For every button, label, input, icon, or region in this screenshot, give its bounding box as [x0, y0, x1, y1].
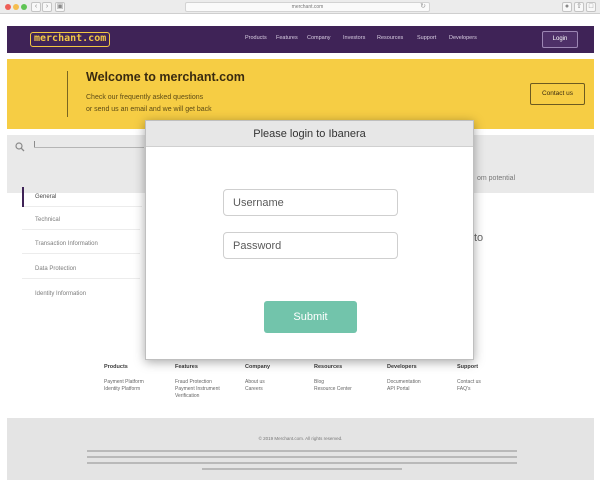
legal-text-line [87, 450, 517, 452]
background-text-fragment: om potential [477, 175, 516, 182]
footer-link[interactable]: Blog [314, 379, 352, 386]
footer-link[interactable]: Fraud Protection [175, 379, 220, 386]
footer-column-products: Products Payment Platform Identity Platf… [104, 364, 144, 393]
divider [24, 206, 142, 207]
divider [67, 71, 68, 117]
footer-link[interactable]: Resource Center [314, 386, 352, 393]
footer-heading: Developers [387, 364, 417, 370]
back-icon[interactable]: ‹ [31, 2, 41, 12]
nav-support[interactable]: Support [417, 35, 436, 41]
divider [22, 253, 140, 254]
footer-link[interactable]: Documentation [387, 379, 421, 386]
nav-investors[interactable]: Investors [343, 35, 365, 41]
footer-link[interactable]: Verification [175, 393, 220, 400]
submit-button[interactable]: Submit [264, 301, 357, 333]
footer-heading: Support [457, 364, 479, 370]
address-bar-url: merchant.com [291, 4, 324, 10]
welcome-subtitle-line1: Check our frequently asked questions [86, 94, 204, 101]
nav-company[interactable]: Company [307, 35, 331, 41]
faq-sidebar: General Technical Transaction Informatio… [22, 187, 142, 313]
footer-column-company: Company About us Careers [245, 364, 270, 393]
sidebar-item-label: Identity Information [35, 291, 87, 297]
sidebar-item-label: Data Protection [35, 266, 77, 272]
welcome-title: Welcome to merchant.com [86, 70, 245, 84]
browser-toolbar: ‹ › ▣ merchant.com ↻ ● ⇧ □ [0, 0, 600, 14]
sidebar-item-label: Transaction Information [35, 241, 98, 247]
nav-developers[interactable]: Developers [449, 35, 477, 41]
legal-text-line [202, 468, 402, 470]
close-window-button[interactable] [5, 4, 11, 10]
sidebar-item-identity-information[interactable]: Identity Information [22, 284, 140, 304]
sidebar-item-technical[interactable]: Technical [22, 210, 140, 230]
site-logo[interactable]: merchant.com [30, 32, 111, 47]
reload-icon[interactable]: ↻ [420, 3, 426, 11]
footer-link[interactable]: Payment Platform [104, 379, 144, 386]
sidebar-item-general[interactable]: General [22, 187, 142, 207]
minimize-window-button[interactable] [13, 4, 19, 10]
maximize-window-button[interactable] [21, 4, 27, 10]
nav-products[interactable]: Products [245, 35, 267, 41]
tabs-icon[interactable]: □ [586, 2, 596, 12]
footer-link[interactable]: FAQ's [457, 386, 481, 393]
site-header: merchant.com Products Features Company I… [7, 26, 594, 53]
legal-text-line [87, 462, 517, 464]
contact-us-button[interactable]: Contact us [530, 83, 585, 105]
welcome-subtitle-line2: or send us an email and we will get back [86, 106, 212, 113]
divider [22, 278, 140, 279]
footer-column-features: Features Fraud Protection Payment Instru… [175, 364, 220, 400]
divider [22, 229, 140, 230]
footer-heading: Features [175, 364, 198, 370]
nav-features[interactable]: Features [276, 35, 298, 41]
footer-column-support: Support Contact us FAQ's [457, 364, 481, 393]
footer-link[interactable]: API Portal [387, 386, 421, 393]
footer-heading: Resources [314, 364, 343, 370]
nav-resources[interactable]: Resources [377, 35, 403, 41]
sidebar-toggle-icon[interactable]: ▣ [55, 2, 65, 12]
modal-title: Please login to Ibanera [146, 121, 473, 147]
footer-heading: Company [245, 364, 271, 370]
footer-link[interactable]: Identity Platform [104, 386, 144, 393]
footer-column-developers: Developers Documentation API Portal [387, 364, 421, 393]
footer-link[interactable]: Careers [245, 386, 270, 393]
search-input[interactable] [34, 147, 144, 148]
forward-icon[interactable]: › [42, 2, 52, 12]
welcome-banner: Welcome to merchant.com Check our freque… [7, 59, 594, 129]
search-icon[interactable] [15, 142, 25, 152]
footer-heading: Products [104, 364, 128, 370]
login-button[interactable]: Login [542, 31, 578, 48]
password-input[interactable] [223, 232, 398, 259]
record-icon[interactable]: ● [562, 2, 572, 12]
background-text-fragment: to [474, 232, 484, 244]
sidebar-item-data-protection[interactable]: Data Protection [22, 259, 140, 279]
legal-text-line [87, 456, 517, 458]
footer-link[interactable]: Contact us [457, 379, 481, 386]
share-icon[interactable]: ⇧ [574, 2, 584, 12]
footer-link[interactable]: About us [245, 379, 270, 386]
address-bar[interactable]: merchant.com ↻ [185, 2, 430, 12]
login-modal: Please login to Ibanera Submit [145, 120, 474, 360]
site-footer: © 2019 Merchant.com. All rights reserved… [7, 418, 594, 480]
copyright-text: © 2019 Merchant.com. All rights reserved… [258, 436, 343, 441]
sidebar-item-label: Technical [35, 217, 61, 223]
username-input[interactable] [223, 189, 398, 216]
sidebar-item-label: General [35, 194, 57, 200]
footer-column-resources: Resources Blog Resource Center [314, 364, 352, 393]
footer-link[interactable]: Payment Instrument [175, 386, 220, 393]
sidebar-item-transaction-information[interactable]: Transaction Information [22, 234, 140, 254]
